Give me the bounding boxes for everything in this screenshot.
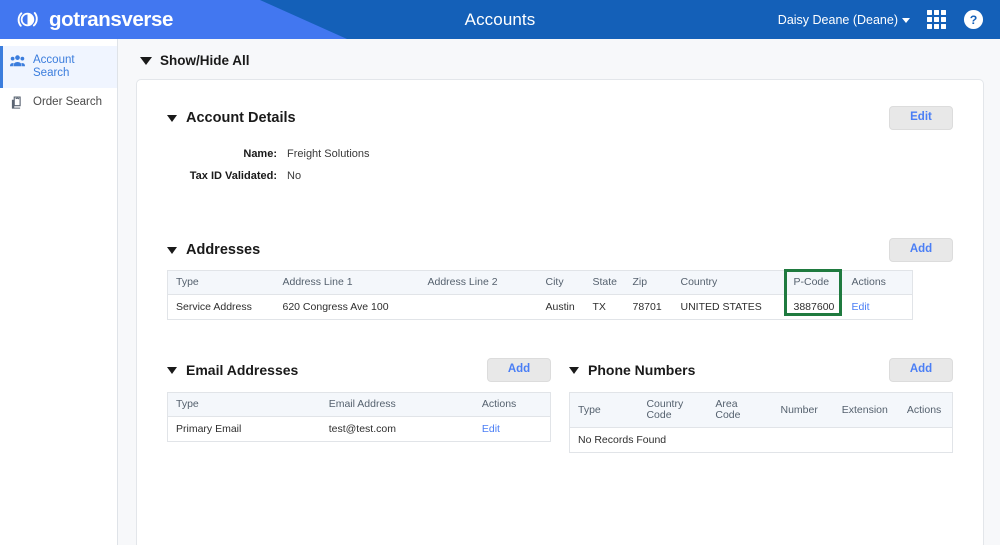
brand-name: gotransverse	[49, 7, 173, 31]
chevron-down-icon	[140, 56, 152, 65]
addresses-table: Type Address Line 1 Address Line 2 City …	[167, 270, 913, 320]
phone-table-header-row: Type Country Code Area Code Number Exten…	[569, 392, 953, 428]
column-header-number[interactable]: Number	[772, 392, 834, 428]
phone-numbers-toggle[interactable]: Phone Numbers	[569, 362, 695, 378]
column-header-type[interactable]: Type	[167, 270, 275, 295]
top-header-bar: gotransverse Accounts Daisy Deane (Deane…	[0, 0, 1000, 39]
column-header-address-line-2[interactable]: Address Line 2	[419, 270, 538, 295]
show-hide-all-label: Show/Hide All	[160, 53, 250, 68]
addresses-table-header-row: Type Address Line 1 Address Line 2 City …	[167, 270, 913, 295]
user-menu[interactable]: Daisy Deane (Deane)	[778, 13, 910, 27]
column-header-email-type[interactable]: Type	[167, 392, 321, 417]
brand-logo-area[interactable]: gotransverse	[0, 7, 173, 32]
grid-apps-icon[interactable]	[927, 10, 946, 29]
column-header-email-actions: Actions	[473, 392, 551, 417]
table-row: Primary Email test@test.com Edit	[168, 417, 551, 442]
cell-address-line-1: 620 Congress Ave 100	[282, 301, 389, 313]
phone-numbers-table: Type Country Code Area Code Number Exten…	[569, 392, 953, 453]
column-header-country-code[interactable]: Country Code	[638, 392, 708, 428]
cell-email-type: Primary Email	[176, 423, 242, 435]
column-header-country[interactable]: Country	[672, 270, 786, 295]
address-edit-link[interactable]: Edit	[852, 301, 870, 313]
column-header-extension[interactable]: Extension	[833, 392, 899, 428]
cell-email-address: test@test.com	[328, 423, 396, 435]
cell-city: Austin	[545, 301, 575, 313]
sidebar: Account Search Order Search	[0, 39, 118, 545]
field-label-name: Name:	[243, 148, 277, 160]
cell-address-line-2	[420, 295, 538, 320]
sidebar-item-order-search-label: Order Search	[33, 96, 103, 108]
chevron-down-icon	[902, 18, 910, 23]
copy-documents-icon	[10, 96, 25, 114]
addresses-add-button[interactable]: Add	[889, 238, 953, 262]
sidebar-item-account-search[interactable]: Account Search	[0, 46, 117, 88]
column-header-p-code[interactable]: P-Code	[785, 270, 844, 295]
account-panel: Account Details Edit Name: Freight Solut…	[136, 79, 984, 545]
phone-numbers-header: Phone Numbers Add	[569, 358, 953, 382]
field-row-tax-id-validated: Tax ID Validated: No	[167, 170, 953, 182]
column-header-phone-actions: Actions	[898, 392, 953, 428]
addresses-toggle[interactable]: Addresses	[167, 242, 260, 258]
cell-email-actions: Edit	[474, 417, 551, 442]
chevron-down-icon	[569, 366, 579, 374]
table-row: Service Address 620 Congress Ave 100 Aus…	[168, 295, 913, 320]
field-label-tax-id-validated: Tax ID Validated:	[189, 170, 277, 182]
chevron-down-icon	[167, 114, 177, 122]
email-addresses-toggle[interactable]: Email Addresses	[167, 362, 298, 378]
addresses-title: Addresses	[186, 242, 261, 258]
svg-text:?: ?	[970, 13, 978, 27]
chevron-down-icon	[167, 246, 177, 254]
addresses-table-wrap: Type Address Line 1 Address Line 2 City …	[167, 269, 953, 320]
column-header-phone-type[interactable]: Type	[569, 392, 639, 428]
field-value-tax-id-validated: No	[287, 170, 302, 182]
account-details-header: Account Details Edit	[167, 106, 953, 130]
account-details-title: Account Details	[186, 110, 296, 126]
phone-numbers-title: Phone Numbers	[588, 362, 696, 378]
people-group-icon	[10, 54, 25, 72]
column-header-address-line-1[interactable]: Address Line 1	[274, 270, 420, 295]
chevron-down-icon	[167, 366, 177, 374]
cell-state: TX	[592, 301, 606, 313]
email-table-header-row: Type Email Address Actions	[167, 392, 551, 417]
column-header-city[interactable]: City	[537, 270, 585, 295]
contact-sections: Email Addresses Add Type Email Address A…	[167, 358, 953, 453]
email-addresses-table: Type Email Address Actions Primary Email…	[167, 392, 551, 442]
sidebar-item-account-search-label: Account Search	[33, 54, 75, 79]
cell-actions: Edit	[844, 295, 913, 320]
sidebar-item-order-search[interactable]: Order Search	[0, 88, 117, 122]
cell-country: UNITED STATES	[680, 301, 762, 313]
column-header-area-code[interactable]: Area Code	[707, 392, 773, 428]
gotransverse-circle-logo-icon	[15, 7, 40, 32]
help-question-icon[interactable]: ?	[963, 9, 984, 30]
column-header-email-address[interactable]: Email Address	[320, 392, 474, 417]
phone-numbers-section: Phone Numbers Add Type Country Code Area…	[569, 358, 953, 453]
cell-type: Service Address	[176, 301, 252, 313]
phone-numbers-add-button[interactable]: Add	[889, 358, 953, 382]
column-header-actions: Actions	[843, 270, 913, 295]
column-header-state[interactable]: State	[584, 270, 625, 295]
table-empty-row: No Records Found	[570, 428, 953, 453]
column-header-zip[interactable]: Zip	[624, 270, 673, 295]
addresses-header: Addresses Add	[167, 238, 953, 262]
email-edit-link[interactable]: Edit	[482, 423, 500, 435]
account-details-fields: Name: Freight Solutions Tax ID Validated…	[167, 148, 953, 182]
phone-no-records-text: No Records Found	[578, 434, 667, 446]
email-addresses-add-button[interactable]: Add	[487, 358, 551, 382]
account-details-edit-button[interactable]: Edit	[889, 106, 953, 130]
email-addresses-section: Email Addresses Add Type Email Address A…	[167, 358, 551, 453]
show-hide-all-toggle[interactable]: Show/Hide All	[140, 53, 984, 68]
field-row-name: Name: Freight Solutions	[167, 148, 953, 160]
cell-zip: 78701	[632, 301, 662, 313]
email-addresses-title: Email Addresses	[186, 362, 299, 378]
email-addresses-header: Email Addresses Add	[167, 358, 551, 382]
main-content: Show/Hide All Account Details Edit Name:…	[118, 39, 1000, 545]
user-menu-label: Daisy Deane (Deane)	[777, 12, 898, 27]
cell-p-code: 3887600	[793, 301, 835, 313]
account-details-toggle[interactable]: Account Details	[167, 110, 296, 126]
field-value-name: Freight Solutions	[287, 148, 370, 160]
